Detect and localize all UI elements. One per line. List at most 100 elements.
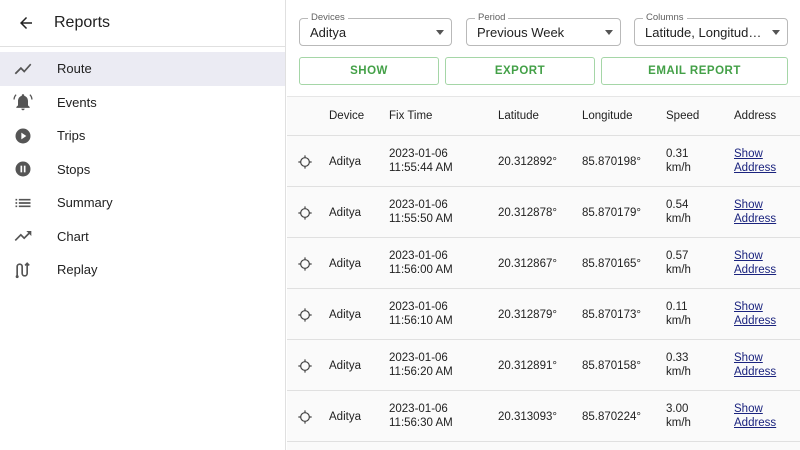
chevron-down-icon [772,30,780,35]
email-report-button[interactable]: EMAIL REPORT [601,57,788,85]
show-address-link[interactable]: Address [734,212,776,226]
device-cell: Aditya [329,411,361,423]
device-cell: Aditya [329,309,361,321]
show-address-link[interactable]: Address [734,263,776,277]
fix-time-cell: 11:55:50 AM [389,213,453,225]
period-value: Previous Week [477,25,565,40]
locate-icon[interactable] [297,307,313,323]
export-button[interactable]: EXPORT [445,57,595,85]
show-button[interactable]: SHOW [299,57,439,85]
device-cell: Aditya [329,258,361,270]
show-address-link[interactable]: Show [734,300,763,314]
show-address-link[interactable]: Address [734,161,776,175]
sidebar-item-label: Summary [57,195,113,211]
fix-time-cell: 11:56:10 AM [389,315,453,327]
locate-icon[interactable] [297,409,313,425]
table-row: Aditya 2023-01-06 11:56:30 AM 20.313093° 85.… [287,391,800,442]
sidebar-item-replay[interactable]: Replay [0,253,285,287]
route-table: Device Fix Time Latitude Longitude Speed… [287,96,800,450]
show-address-link[interactable]: Show [734,147,763,161]
show-address-link[interactable]: Show [734,351,763,365]
table-body: Aditya 2023-01-06 11:55:44 AM 20.312892° 85.… [287,136,800,442]
sidebar-item-summary[interactable]: Summary [0,186,285,220]
replay-route-icon [12,259,34,281]
back-button[interactable] [13,10,39,36]
pause-icon [12,158,34,180]
show-address-link[interactable]: Address [734,365,776,379]
speed-value-cell: 0.33 [666,352,689,364]
table-row: Aditya 2023-01-06 11:55:44 AM 20.312892° 85.… [287,136,800,187]
speed-value-cell: 0.54 [666,199,689,211]
longitude-cell: 85.870179° [582,207,641,219]
show-address-link[interactable]: Address [734,314,776,328]
latitude-cell: 20.312891° [498,360,557,372]
show-address-link[interactable]: Show [734,249,763,263]
speed-value-cell: 3.00 [666,403,689,415]
sidebar-item-events[interactable]: Events [0,86,285,120]
columns-label: Columns [643,12,687,24]
speed-unit-cell: km/h [666,417,691,429]
speed-unit-cell: km/h [666,213,691,225]
longitude-cell: 85.870165° [582,258,641,270]
sidebar-item-stops[interactable]: Stops [0,153,285,187]
chevron-down-icon [436,30,444,35]
fix-time-cell: 11:56:00 AM [389,264,453,276]
speed-value-cell: 0.11 [666,301,688,313]
device-cell: Aditya [329,156,361,168]
latitude-cell: 20.312892° [498,156,557,168]
fix-time-cell: 11:55:44 AM [389,162,453,174]
sidebar-item-label: Trips [57,128,86,144]
sidebar-item-route[interactable]: Route [0,52,285,86]
fix-date-cell: 2023-01-06 [389,403,448,415]
speed-unit-cell: km/h [666,264,691,276]
locate-icon[interactable] [297,358,313,374]
locate-icon[interactable] [297,256,313,272]
device-cell: Aditya [329,207,361,219]
fix-time-cell: 11:56:20 AM [389,366,453,378]
latitude-cell: 20.312878° [498,207,557,219]
fix-date-cell: 2023-01-06 [389,301,448,313]
column-header-fix-time: Fix Time [389,110,433,122]
show-address-link[interactable]: Show [734,402,763,416]
speed-value-cell: 0.57 [666,250,689,262]
show-address-link[interactable]: Address [734,416,776,430]
device-cell: Aditya [329,360,361,372]
speed-unit-cell: km/h [666,366,691,378]
longitude-cell: 85.870224° [582,411,641,423]
period-select[interactable]: Period Previous Week [466,12,621,46]
latitude-cell: 20.312879° [498,309,557,321]
sidebar: Reports Route Events Trips Stops Summary… [0,0,286,450]
sidebar-item-label: Route [57,61,92,77]
route-icon [12,58,34,80]
devices-select[interactable]: Devices Aditya [299,12,452,46]
sidebar-item-label: Events [57,94,97,110]
table-row: Aditya 2023-01-06 11:56:00 AM 20.312867° 85.… [287,238,800,289]
sidebar-header: Reports [0,0,285,47]
table-row: Aditya 2023-01-06 11:55:50 AM 20.312878° 85.… [287,187,800,238]
fix-date-cell: 2023-01-06 [389,352,448,364]
fix-date-cell: 2023-01-06 [389,199,448,211]
period-label: Period [475,12,509,24]
columns-select[interactable]: Columns Latitude, Longitude, Speed [634,12,788,46]
list-icon [12,192,34,214]
devices-value: Aditya [310,25,347,40]
fix-date-cell: 2023-01-06 [389,148,448,160]
sidebar-item-chart[interactable]: Chart [0,220,285,254]
latitude-cell: 20.312867° [498,258,557,270]
speed-unit-cell: km/h [666,315,691,327]
locate-icon[interactable] [297,205,313,221]
show-address-link[interactable]: Show [734,198,763,212]
chevron-down-icon [605,30,613,35]
sidebar-item-label: Stops [57,161,91,177]
column-header-speed: Speed [666,110,700,122]
locate-icon[interactable] [297,154,313,170]
table-row: Aditya 2023-01-06 11:56:10 AM 20.312879° 85.… [287,289,800,340]
longitude-cell: 85.870158° [582,360,641,372]
devices-label: Devices [308,12,348,24]
speed-value-cell: 0.31 [666,148,689,160]
table-row: Aditya 2023-01-06 11:56:20 AM 20.312891° 85.… [287,340,800,391]
report-toolbar: Devices Aditya Period Previous Week Colu… [287,0,800,96]
sidebar-item-trips[interactable]: Trips [0,119,285,153]
sidebar-list: Route Events Trips Stops Summary Chart R… [0,52,285,287]
table-header: Device Fix Time Latitude Longitude Speed… [287,97,800,136]
